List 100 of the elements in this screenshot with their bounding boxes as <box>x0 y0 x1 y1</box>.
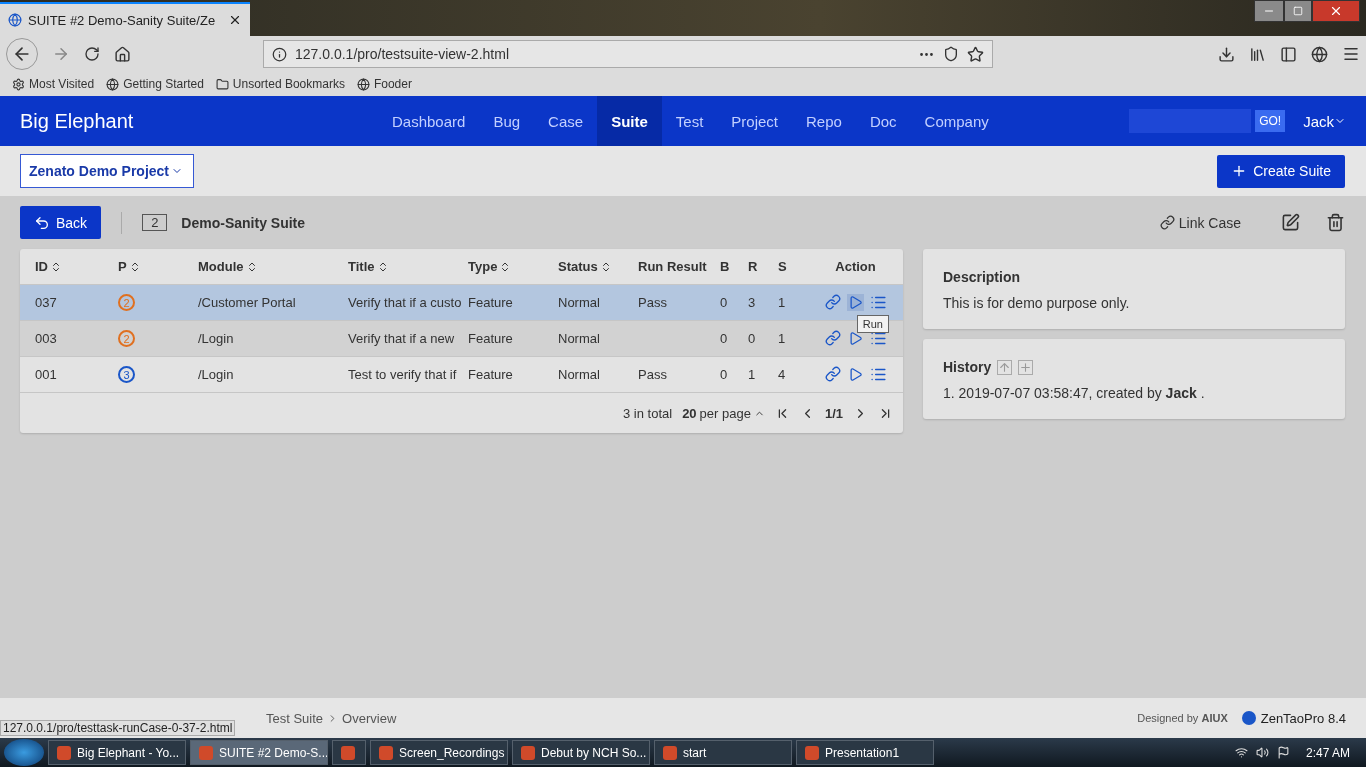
column-header: R <box>748 259 759 274</box>
table-cell-text: 0 <box>720 331 729 346</box>
globe-icon[interactable] <box>1311 45 1328 63</box>
brand-name: Big Elephant <box>19 109 135 133</box>
nav-item[interactable]: Test <box>661 96 718 146</box>
link-icon[interactable] <box>824 294 841 310</box>
per-page-selector[interactable]: 20 per page <box>682 405 765 421</box>
flag-icon[interactable] <box>1276 746 1290 759</box>
nav-item[interactable]: Dashboard <box>378 96 480 146</box>
taskbar-item[interactable]: Debut by NCH So... <box>512 740 650 765</box>
suite-name: Demo-Sanity Suite <box>181 214 306 231</box>
table-cell-text: Verify that if a custo <box>348 295 463 310</box>
page-indicator: 1/1 <box>824 405 843 421</box>
taskbar-item[interactable]: Presentation1 <box>796 740 934 765</box>
column-header: Run Result <box>638 259 708 274</box>
nav-item[interactable]: Case <box>534 96 598 146</box>
table-cell-text: Feature <box>468 295 514 310</box>
link-icon[interactable] <box>824 330 841 346</box>
create-suite-button[interactable]: Create Suite <box>1217 154 1345 188</box>
search-button[interactable]: GO! <box>1255 110 1286 132</box>
close-button[interactable] <box>1312 0 1360 22</box>
shield-icon[interactable] <box>943 46 959 62</box>
trash-icon[interactable] <box>1326 213 1345 232</box>
reload-icon[interactable] <box>84 46 100 62</box>
table-cell-text: /Login <box>198 331 235 346</box>
library-icon[interactable] <box>1249 45 1266 63</box>
menu-icon[interactable] <box>1342 45 1360 63</box>
nav-item[interactable]: Repo <box>792 96 856 146</box>
sidebar-icon[interactable] <box>1280 45 1297 63</box>
globe-icon <box>106 77 120 91</box>
sort-icon[interactable] <box>50 260 62 273</box>
nav-item[interactable]: Suite <box>597 96 662 146</box>
address-bar[interactable]: 127.0.0.1/pro/testsuite-view-2.html <box>263 40 993 68</box>
edit-icon[interactable] <box>1281 213 1300 232</box>
table-cell-text: Pass <box>638 295 668 310</box>
priority-badge: 2 <box>118 330 135 347</box>
taskbar-item[interactable]: start <box>654 740 792 765</box>
taskbar-item[interactable]: Big Elephant - Yo... <box>48 740 186 765</box>
table-cell-text: 0 <box>720 367 729 382</box>
table-cell-text: 0 <box>720 295 729 310</box>
close-icon[interactable] <box>228 13 242 27</box>
globe-icon <box>8 13 22 27</box>
table-cell-text: Test to verify that if <box>348 367 458 382</box>
breadcrumb-link[interactable]: Test Suite <box>266 710 324 726</box>
list-icon[interactable] <box>869 330 887 347</box>
forward-icon[interactable] <box>52 45 70 63</box>
column-header[interactable]: Status <box>558 259 638 274</box>
browser-tab[interactable]: SUITE #2 Demo-Sanity Suite/Ze <box>0 2 250 36</box>
bookmark[interactable]: Getting Started <box>106 77 204 91</box>
nav-item[interactable]: Project <box>717 96 792 146</box>
list-icon[interactable] <box>869 366 887 383</box>
taskbar-item[interactable] <box>332 740 366 765</box>
signal-icon[interactable] <box>1234 746 1248 759</box>
table-cell-text: Normal <box>558 331 601 346</box>
bookmark[interactable]: Unsorted Bookmarks <box>215 77 345 91</box>
column-header: S <box>778 259 788 274</box>
taskbar-item[interactable]: SUITE #2 Demo-S... <box>190 740 328 765</box>
nav-item[interactable]: Doc <box>855 96 911 146</box>
clock: 2:47 AM <box>1305 745 1350 760</box>
total-count: 3 in total <box>622 405 673 421</box>
nav-item[interactable]: Bug <box>479 96 535 146</box>
run-button[interactable] <box>846 294 864 311</box>
column-header[interactable]: P <box>118 259 198 274</box>
list-icon[interactable] <box>869 294 887 311</box>
column-header[interactable]: ID <box>35 259 118 274</box>
start-button[interactable] <box>4 739 44 766</box>
table-cell-text: 001 <box>35 367 58 382</box>
status-url: 127.0.0.1/pro/testtask-runCase-0-37-2.html <box>0 720 236 736</box>
table-cell-text: Feature <box>468 331 514 346</box>
table-row[interactable]: 001 3 /Login Test to verify that if Feature Normal Pass 0 1 4 <box>20 356 903 392</box>
priority-badge: 2 <box>118 294 135 311</box>
bookmark[interactable]: Most Visited <box>12 77 95 91</box>
link-case-button[interactable]: Link Case <box>1159 214 1241 231</box>
star-icon[interactable] <box>967 45 984 63</box>
maximize-button[interactable] <box>1284 0 1312 22</box>
table-cell-text: 0 <box>748 331 757 346</box>
user-menu[interactable]: Jack <box>1303 112 1346 130</box>
breadcrumb-link[interactable]: Overview <box>342 710 397 726</box>
taskbar-item[interactable]: Screen_Recordings <box>370 740 508 765</box>
column-header[interactable]: Title <box>348 259 468 274</box>
link-icon[interactable] <box>824 366 841 382</box>
table-cell-text: Pass <box>638 367 668 382</box>
column-header[interactable]: Module <box>198 259 348 274</box>
nav-item[interactable]: Company <box>910 96 1003 146</box>
history-entry: 1. 2019-07-07 03:58:47, created by Jack . <box>943 385 1206 401</box>
table-cell-text: 3 <box>748 295 757 310</box>
volume-icon[interactable] <box>1255 746 1269 759</box>
project-selector[interactable]: Zenato Demo Project <box>20 154 195 188</box>
table-cell-text: 037 <box>35 295 58 310</box>
back-button[interactable]: Back <box>20 206 102 239</box>
description-text: This is for demo purpose only. <box>943 295 1131 311</box>
column-header: Action <box>834 259 877 274</box>
designed-by-text: Designed by AIUX <box>1137 712 1228 724</box>
table-cell-text: Verify that if a new <box>348 331 456 346</box>
info-icon <box>272 46 287 62</box>
minimize-button[interactable] <box>1254 0 1284 22</box>
bookmark[interactable]: Fooder <box>356 77 412 91</box>
download-icon[interactable] <box>1218 45 1235 63</box>
home-icon[interactable] <box>114 45 131 63</box>
column-header[interactable]: Type <box>468 259 558 274</box>
